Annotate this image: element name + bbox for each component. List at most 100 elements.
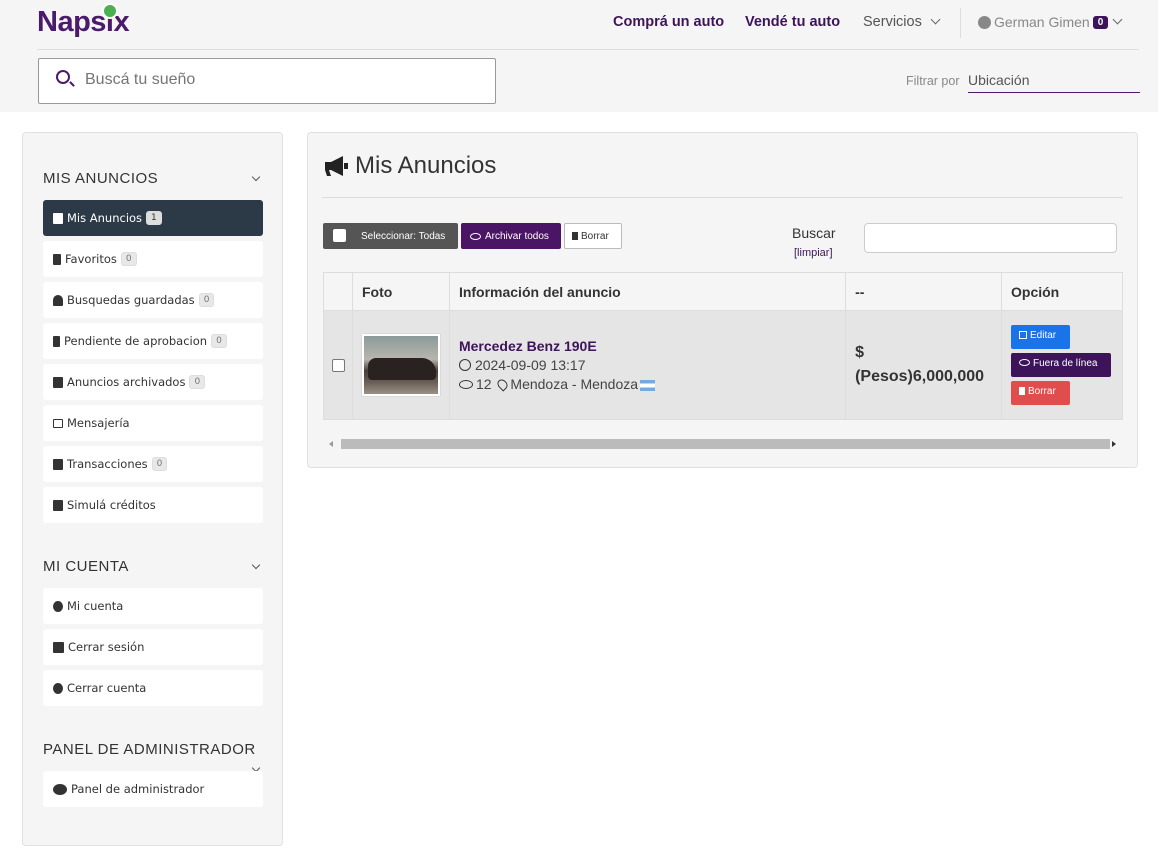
sidebar-item-mensajeria[interactable]: Mensajería bbox=[43, 405, 263, 441]
envelope-icon bbox=[53, 418, 63, 428]
row-select-cell bbox=[323, 310, 353, 420]
user-menu[interactable]: German Gimen 0 bbox=[978, 14, 1123, 30]
sidebar-item-transacciones[interactable]: Transacciones 0 bbox=[43, 446, 263, 482]
user-badge: 0 bbox=[1092, 15, 1109, 29]
sidebar-item-busquedas[interactable]: Busquedas guardadas 0 bbox=[43, 282, 263, 318]
search-input[interactable] bbox=[85, 71, 485, 89]
scroll-left-icon[interactable] bbox=[329, 441, 333, 447]
sidebar-item-label: Simulá créditos bbox=[67, 498, 156, 512]
info-cell: Mercedez Benz 190E 2024-09-09 13:17 12 M… bbox=[448, 310, 847, 420]
sidebar: MIS ANUNCIOS Mis Anuncios 1 Favoritos 0 Bu… bbox=[22, 132, 283, 846]
section-title-mis-anuncios: MIS ANUNCIOS bbox=[43, 170, 159, 187]
chevron-down-icon[interactable] bbox=[251, 560, 261, 570]
map-pin-icon bbox=[495, 377, 510, 392]
sidebar-item-simula[interactable]: Simulá créditos bbox=[43, 487, 263, 523]
count-badge: 0 bbox=[198, 293, 215, 307]
sidebar-item-label: Busquedas guardadas bbox=[67, 293, 195, 307]
ad-stats-line: 12 Mendoza - Mendoza bbox=[458, 376, 845, 392]
row-delete-label: Borrar bbox=[1028, 386, 1056, 397]
ad-title-link[interactable]: Mercedez Benz 190E bbox=[459, 338, 845, 354]
sidebar-item-label: Mis Anuncios bbox=[67, 211, 143, 225]
coins-icon bbox=[53, 458, 63, 470]
car-photo[interactable] bbox=[361, 334, 440, 396]
price-value: (Pesos)6,000,000 bbox=[855, 368, 985, 385]
sidebar-item-panel-admin[interactable]: Panel de administrador bbox=[43, 771, 263, 807]
eye-icon bbox=[458, 380, 473, 389]
nav-vende[interactable]: Vendé tu auto bbox=[745, 14, 840, 30]
sidebar-item-mi-cuenta[interactable]: Mi cuenta bbox=[43, 588, 263, 624]
location-filter[interactable] bbox=[968, 68, 1140, 93]
sidebar-item-cerrar-sesion[interactable]: Cerrar sesión bbox=[43, 629, 263, 665]
hourglass-icon bbox=[53, 335, 60, 347]
ad-datetime: 2024-09-09 13:17 bbox=[474, 357, 586, 373]
chevron-down-icon bbox=[930, 14, 941, 25]
offline-label: Fuera de línea bbox=[1033, 358, 1098, 369]
ad-datetime-line: 2024-09-09 13:17 bbox=[458, 357, 845, 373]
row-checkbox[interactable] bbox=[332, 358, 345, 372]
ad-location: Mendoza - Mendoza bbox=[510, 376, 639, 392]
nav-servicios[interactable]: Servicios bbox=[863, 14, 941, 30]
buscar-input[interactable] bbox=[864, 223, 1117, 253]
title-divider bbox=[322, 197, 1123, 198]
eye-slash-icon bbox=[1019, 359, 1030, 366]
sign-out-icon bbox=[53, 641, 64, 653]
horizontal-scrollbar[interactable] bbox=[323, 434, 1123, 452]
col-header-select bbox=[323, 272, 353, 311]
car-shape bbox=[367, 358, 436, 380]
clock-icon bbox=[458, 359, 471, 371]
chevron-down-icon[interactable] bbox=[251, 172, 261, 182]
buscar-label: Buscar bbox=[792, 225, 836, 241]
archive-all-button[interactable]: Archivar todos bbox=[461, 223, 561, 249]
sidebar-item-label: Cerrar sesión bbox=[68, 640, 145, 654]
sidebar-item-label: Panel de administrador bbox=[71, 782, 205, 796]
list-icon bbox=[53, 212, 63, 224]
search-box[interactable] bbox=[38, 58, 496, 104]
select-all-button[interactable]: Seleccionar: Todas bbox=[323, 223, 458, 249]
scrollbar-thumb[interactable] bbox=[341, 439, 1110, 449]
argentina-flag-icon bbox=[640, 379, 656, 391]
count-badge: 0 bbox=[189, 375, 206, 389]
col-header-info: Información del anuncio bbox=[448, 272, 847, 311]
bell-icon bbox=[53, 294, 63, 306]
edit-label: Editar bbox=[1030, 330, 1057, 341]
sidebar-item-label: Mi cuenta bbox=[67, 599, 124, 613]
sidebar-item-label: Anuncios archivados bbox=[67, 375, 186, 389]
gears-icon bbox=[53, 783, 67, 795]
scroll-right-icon[interactable] bbox=[1112, 441, 1116, 447]
logo[interactable]: Napsix bbox=[37, 3, 130, 39]
limpiar-link[interactable]: [limpiar] bbox=[794, 247, 833, 259]
count-badge: 0 bbox=[211, 334, 227, 348]
count-badge: 1 bbox=[146, 211, 162, 225]
offline-button[interactable]: Fuera de línea bbox=[1011, 353, 1111, 377]
main-panel: Mis Anuncios Seleccionar: Todas Archivar… bbox=[307, 132, 1138, 468]
divider bbox=[960, 8, 961, 38]
page-title: Mis Anuncios bbox=[355, 152, 497, 179]
ad-views: 12 bbox=[475, 376, 492, 392]
chevron-down-icon bbox=[1112, 14, 1123, 24]
ads-table: Foto Información del anuncio -- Opción M… bbox=[323, 272, 1123, 420]
section-title-panel: PANEL DE ADMINISTRADOR bbox=[43, 741, 256, 758]
edit-button[interactable]: Editar bbox=[1011, 325, 1070, 349]
user-icon bbox=[978, 15, 991, 29]
megaphone-icon bbox=[325, 156, 348, 176]
col-header-foto: Foto bbox=[351, 272, 450, 311]
nav-compra[interactable]: Comprá un auto bbox=[613, 14, 724, 30]
count-badge: 0 bbox=[120, 252, 137, 266]
photo-cell bbox=[351, 310, 450, 420]
bookmark-icon bbox=[53, 253, 61, 265]
price-cell: $ (Pesos)6,000,000 bbox=[845, 310, 1002, 420]
delete-button[interactable]: Borrar bbox=[564, 223, 622, 249]
price-symbol: $ bbox=[855, 344, 864, 361]
sidebar-item-favoritos[interactable]: Favoritos 0 bbox=[43, 241, 263, 277]
sidebar-item-pendiente[interactable]: Pendiente de aprobacion 0 bbox=[43, 323, 263, 359]
sidebar-item-mis-anuncios[interactable]: Mis Anuncios 1 bbox=[43, 200, 263, 236]
gear-icon bbox=[53, 600, 63, 612]
sidebar-item-cerrar-cuenta[interactable]: Cerrar cuenta bbox=[43, 670, 263, 706]
sidebar-item-archivados[interactable]: Anuncios archivados 0 bbox=[43, 364, 263, 400]
logo-dot-icon bbox=[102, 3, 118, 19]
select-all-label: Seleccionar: Todas bbox=[361, 230, 446, 242]
col-header-opcion: Opción bbox=[1001, 272, 1123, 311]
table-header: Foto Información del anuncio -- Opción bbox=[323, 272, 1123, 311]
row-delete-button[interactable]: Borrar bbox=[1011, 381, 1070, 405]
trash-icon bbox=[572, 232, 578, 240]
